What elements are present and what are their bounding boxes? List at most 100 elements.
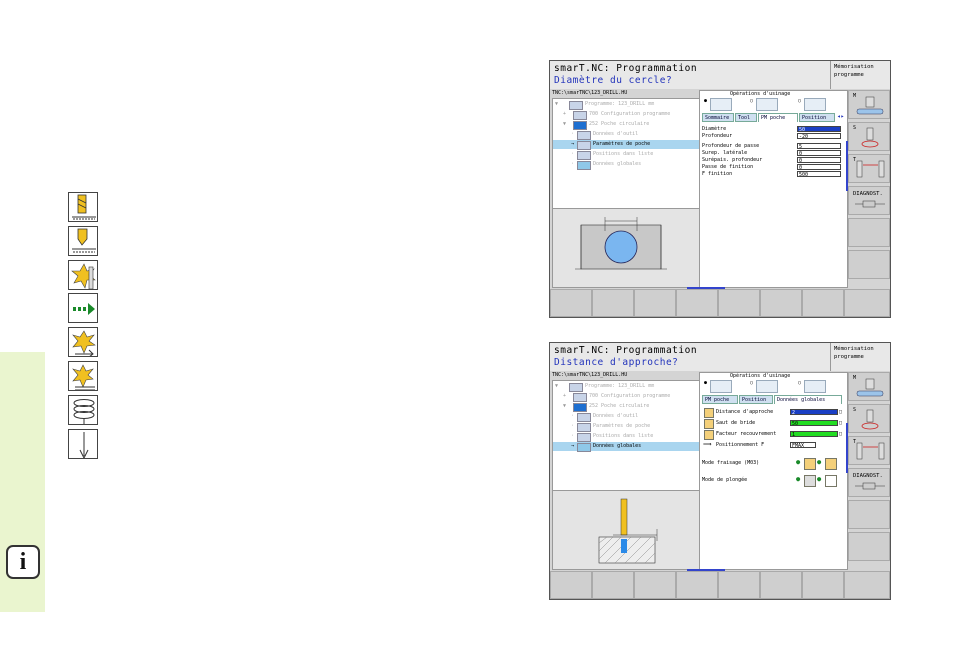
softkey-6[interactable] [760, 571, 802, 599]
softkey-3[interactable] [634, 571, 676, 599]
radio-selected-icon[interactable]: ● [796, 459, 800, 466]
field-passe-finition[interactable]: Passe de finition 0 [702, 164, 845, 171]
tree-row[interactable]: ▼ 252 Poche circulaire [553, 120, 699, 130]
field-input[interactable]: 0 [797, 150, 841, 157]
softkey-2[interactable] [592, 571, 634, 599]
softkey-7[interactable] [802, 571, 844, 599]
radio-icon[interactable]: ○ [798, 380, 801, 386]
op-finish-side-icon[interactable] [804, 380, 826, 393]
softkey-2[interactable] [592, 289, 634, 317]
tree-row-selected[interactable]: → Paramètres de poche [553, 140, 699, 150]
field-input[interactable]: 0 [797, 157, 841, 164]
op-roughing-icon[interactable] [710, 380, 732, 393]
radio-selected-icon[interactable]: ● [704, 98, 707, 104]
climb-mill-icon[interactable] [804, 458, 816, 470]
tab-donnees-globales[interactable]: Données globales [774, 395, 842, 404]
radio-selected-icon[interactable]: ● [796, 476, 800, 483]
vertical-softkey-t[interactable]: T [848, 154, 890, 183]
field-input[interactable]: 5 [797, 143, 841, 150]
tree-expander[interactable]: + [563, 392, 569, 401]
softkey-8[interactable] [844, 289, 890, 317]
radio-icon[interactable]: ○ [750, 380, 753, 386]
vertical-softkey-s[interactable]: S [848, 404, 890, 433]
tree-row[interactable]: · Données globales [553, 160, 699, 170]
radio-icon[interactable]: ○ [750, 98, 753, 104]
tree-row[interactable]: · Positions dans liste [553, 432, 699, 442]
softkey-3[interactable] [634, 289, 676, 317]
tab-pm-poche[interactable]: PM poche [702, 395, 738, 404]
helix-plunge-icon[interactable] [804, 475, 816, 487]
radio-icon[interactable]: ● [817, 476, 821, 483]
field-input[interactable]: 50 [797, 126, 841, 133]
tree-expander[interactable]: ▼ [563, 120, 569, 129]
tab-scroll-icon[interactable]: ◂▸ [837, 113, 844, 120]
tree-row[interactable]: +700 Configuration programme [553, 110, 699, 120]
vertical-softkey-m[interactable]: M [848, 372, 890, 401]
softkey-5[interactable] [718, 571, 760, 599]
softkey-1[interactable] [550, 289, 592, 317]
softkey-5[interactable] [718, 289, 760, 317]
field-mode-plongee[interactable]: Mode de plongée ● ● [702, 475, 845, 487]
field-edit-icon[interactable]: □ [839, 409, 842, 416]
field-facteur-recouvrement[interactable]: Facteur recouvrement 1 □ [702, 430, 845, 440]
field-edit-icon[interactable]: □ [839, 420, 842, 427]
field-surep-laterale[interactable]: Surep. latérale 0 [702, 150, 845, 157]
field-input[interactable]: FMAX [790, 442, 816, 449]
tree-row[interactable]: ▼ 252 Poche circulaire [553, 402, 699, 412]
radio-icon[interactable]: ○ [798, 98, 801, 104]
vertical-softkey-s[interactable]: S [848, 122, 890, 151]
softkey-6[interactable] [760, 289, 802, 317]
field-f-finition[interactable]: F finition 500 [702, 171, 845, 178]
softkey-4[interactable] [676, 571, 718, 599]
field-input[interactable]: 500 [797, 171, 841, 178]
tab-pm-poche[interactable]: PM poche [758, 113, 798, 122]
op-finish-side-icon[interactable] [804, 98, 826, 111]
vertical-plunge-icon[interactable] [825, 475, 837, 487]
conventional-mill-icon[interactable] [825, 458, 837, 470]
vertical-softkey-diagnost[interactable]: DIAGNOST. [848, 468, 890, 497]
field-input[interactable]: 50 [790, 420, 838, 427]
vertical-softkey-empty[interactable] [848, 532, 890, 561]
vertical-softkey-empty[interactable] [848, 500, 890, 529]
tree-row[interactable]: · Paramètres de poche [553, 422, 699, 432]
softkey-7[interactable] [802, 289, 844, 317]
vertical-softkey-empty[interactable] [848, 250, 890, 279]
tree-row-selected[interactable]: → Données globales [553, 442, 699, 452]
tree-row[interactable]: · Données d'outil [553, 412, 699, 422]
vertical-softkey-t[interactable]: T [848, 436, 890, 465]
field-positionnement-f[interactable]: ⟹ Positionnement F FMAX [702, 441, 845, 450]
softkey-4[interactable] [676, 289, 718, 317]
field-edit-icon[interactable]: □ [839, 431, 842, 438]
field-surepais-profondeur[interactable]: Surépais. profondeur 0 [702, 157, 845, 164]
tree-expander[interactable]: ▼ [555, 382, 561, 391]
field-input[interactable]: -20 [797, 133, 841, 140]
field-diametre[interactable]: Diamètre 50 [702, 126, 845, 133]
tab-sommaire[interactable]: Sommaire [702, 113, 734, 122]
field-input[interactable]: 2 [790, 409, 838, 416]
tree-expander[interactable]: ▼ [563, 402, 569, 411]
op-finish-floor-icon[interactable] [756, 380, 778, 393]
softkey-8[interactable] [844, 571, 890, 599]
op-roughing-icon[interactable] [710, 98, 732, 111]
field-input[interactable]: 1 [790, 431, 838, 438]
field-mode-fraisage[interactable]: Mode fraisage (M03) ● ● [702, 458, 845, 470]
field-distance-approche[interactable]: Distance d'approche 2 □ [702, 408, 845, 418]
radio-icon[interactable]: ● [817, 459, 821, 466]
tree-row[interactable]: +700 Configuration programme [553, 392, 699, 402]
softkey-1[interactable] [550, 571, 592, 599]
field-input[interactable]: 0 [797, 164, 841, 171]
tree-row[interactable]: ▼ Programme: 123_DRILL mm [553, 100, 699, 110]
tree-row[interactable]: ▼ Programme: 123_DRILL mm [553, 382, 699, 392]
tree-row[interactable]: · Données d'outil [553, 130, 699, 140]
vertical-softkey-m[interactable]: M [848, 90, 890, 119]
tab-tool[interactable]: Tool [735, 113, 757, 122]
tab-position[interactable]: Position [799, 113, 835, 122]
vertical-softkey-diagnost[interactable]: DIAGNOST. [848, 186, 890, 215]
vertical-softkey-empty[interactable] [848, 218, 890, 247]
field-profondeur-passe[interactable]: Profondeur de passe 5 [702, 143, 845, 150]
tree-expander[interactable]: + [563, 110, 569, 119]
tab-position[interactable]: Position [739, 395, 773, 404]
tree-row[interactable]: · Positions dans liste [553, 150, 699, 160]
field-saut-bride[interactable]: Saut de bride 50 □ [702, 419, 845, 429]
radio-selected-icon[interactable]: ● [704, 380, 707, 386]
